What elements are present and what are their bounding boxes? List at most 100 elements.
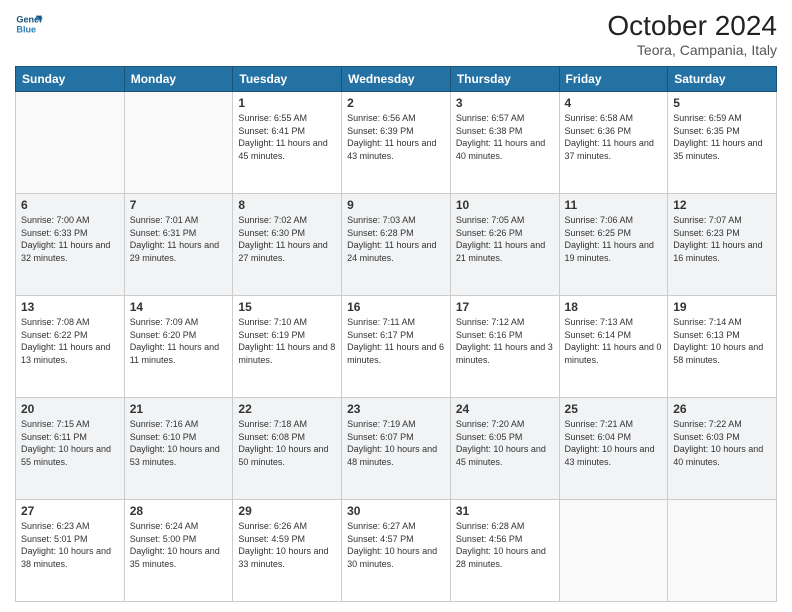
- calendar-week-row: 13 Sunrise: 7:08 AM Sunset: 6:22 PM Dayli…: [16, 296, 777, 398]
- table-row: 15Sunrise: 7:10 AM Sunset: 6:19 PM Dayli…: [233, 296, 342, 398]
- table-row: 29Sunrise: 6:26 AM Sunset: 4:59 PM Dayli…: [233, 500, 342, 602]
- day-number: 4: [565, 96, 663, 110]
- day-number: 2: [347, 96, 445, 110]
- table-row: [559, 500, 668, 602]
- header-saturday: Saturday: [668, 67, 777, 92]
- header-monday: Monday: [124, 67, 233, 92]
- table-row: 11 Sunrise: 7:06 AM Sunset: 6:25 PM Dayli…: [559, 194, 668, 296]
- day-number: 10: [456, 198, 554, 212]
- day-number: 25: [565, 402, 663, 416]
- table-row: 27Sunrise: 6:23 AM Sunset: 5:01 PM Dayli…: [16, 500, 125, 602]
- svg-text:Blue: Blue: [16, 24, 36, 34]
- day-number: 22: [238, 402, 336, 416]
- table-row: 25 Sunrise: 7:21 AM Sunset: 6:04 PM Dayli…: [559, 398, 668, 500]
- day-number: 26: [673, 402, 771, 416]
- day-number: 5: [673, 96, 771, 110]
- table-row: 14 Sunrise: 7:09 AM Sunset: 6:20 PM Dayli…: [124, 296, 233, 398]
- table-row: 3Sunrise: 6:57 AM Sunset: 6:38 PM Daylig…: [450, 92, 559, 194]
- header-sunday: Sunday: [16, 67, 125, 92]
- day-info: Sunrise: 7:16 AM Sunset: 6:10 PM Dayligh…: [130, 418, 228, 468]
- day-number: 1: [238, 96, 336, 110]
- day-number: 12: [673, 198, 771, 212]
- day-number: 13: [21, 300, 119, 314]
- table-row: 21 Sunrise: 7:16 AM Sunset: 6:10 PM Dayli…: [124, 398, 233, 500]
- day-info: Sunrise: 7:15 AM Sunset: 6:11 PM Dayligh…: [21, 418, 119, 468]
- header: General Blue October 2024 Teora, Campani…: [15, 10, 777, 58]
- page: General Blue October 2024 Teora, Campani…: [0, 0, 792, 612]
- table-row: 1 Sunrise: 6:55 AM Sunset: 6:41 PM Daylig…: [233, 92, 342, 194]
- day-number: 8: [238, 198, 336, 212]
- header-friday: Friday: [559, 67, 668, 92]
- table-row: 10 Sunrise: 7:05 AM Sunset: 6:26 PM Dayli…: [450, 194, 559, 296]
- day-number: 30: [347, 504, 445, 518]
- day-number: 11: [565, 198, 663, 212]
- calendar-week-row: 20 Sunrise: 7:15 AM Sunset: 6:11 PM Dayli…: [16, 398, 777, 500]
- day-number: 16: [347, 300, 445, 314]
- table-row: 16 Sunrise: 7:11 AM Sunset: 6:17 PM Dayli…: [342, 296, 451, 398]
- table-row: 18 Sunrise: 7:13 AM Sunset: 6:14 PM Dayli…: [559, 296, 668, 398]
- day-number: 20: [21, 402, 119, 416]
- day-number: 3: [456, 96, 554, 110]
- table-row: 7 Sunrise: 7:01 AM Sunset: 6:31 PM Daylig…: [124, 194, 233, 296]
- table-row: 19Sunrise: 7:14 AM Sunset: 6:13 PM Dayli…: [668, 296, 777, 398]
- header-tuesday: Tuesday: [233, 67, 342, 92]
- table-row: 12Sunrise: 7:07 AM Sunset: 6:23 PM Dayli…: [668, 194, 777, 296]
- day-number: 17: [456, 300, 554, 314]
- day-number: 18: [565, 300, 663, 314]
- day-info: Sunrise: 7:03 AM Sunset: 6:28 PM Dayligh…: [347, 214, 445, 264]
- day-info: Sunrise: 7:18 AM Sunset: 6:08 PM Dayligh…: [238, 418, 336, 468]
- table-row: 23 Sunrise: 7:19 AM Sunset: 6:07 PM Dayli…: [342, 398, 451, 500]
- calendar-week-row: 27Sunrise: 6:23 AM Sunset: 5:01 PM Dayli…: [16, 500, 777, 602]
- day-info: Sunrise: 7:05 AM Sunset: 6:26 PM Dayligh…: [456, 214, 554, 264]
- day-info: Sunrise: 6:28 AM Sunset: 4:56 PM Dayligh…: [456, 520, 554, 570]
- day-info: Sunrise: 7:01 AM Sunset: 6:31 PM Dayligh…: [130, 214, 228, 264]
- day-number: 23: [347, 402, 445, 416]
- day-info: Sunrise: 7:00 AM Sunset: 6:33 PM Dayligh…: [21, 214, 119, 264]
- table-row: 4 Sunrise: 6:58 AM Sunset: 6:36 PM Daylig…: [559, 92, 668, 194]
- calendar-week-row: 1 Sunrise: 6:55 AM Sunset: 6:41 PM Daylig…: [16, 92, 777, 194]
- table-row: 5 Sunrise: 6:59 AM Sunset: 6:35 PM Daylig…: [668, 92, 777, 194]
- day-info: Sunrise: 7:21 AM Sunset: 6:04 PM Dayligh…: [565, 418, 663, 468]
- day-info: Sunrise: 6:24 AM Sunset: 5:00 PM Dayligh…: [130, 520, 228, 570]
- table-row: [668, 500, 777, 602]
- table-row: [16, 92, 125, 194]
- day-info: Sunrise: 7:20 AM Sunset: 6:05 PM Dayligh…: [456, 418, 554, 468]
- month-title: October 2024: [607, 10, 777, 42]
- calendar-table: Sunday Monday Tuesday Wednesday Thursday…: [15, 66, 777, 602]
- calendar-week-row: 6Sunrise: 7:00 AM Sunset: 6:33 PM Daylig…: [16, 194, 777, 296]
- table-row: 20 Sunrise: 7:15 AM Sunset: 6:11 PM Dayli…: [16, 398, 125, 500]
- day-info: Sunrise: 7:13 AM Sunset: 6:14 PM Dayligh…: [565, 316, 663, 366]
- day-info: Sunrise: 6:27 AM Sunset: 4:57 PM Dayligh…: [347, 520, 445, 570]
- generalblue-logo-icon: General Blue: [15, 10, 43, 38]
- day-info: Sunrise: 7:11 AM Sunset: 6:17 PM Dayligh…: [347, 316, 445, 366]
- table-row: 24Sunrise: 7:20 AM Sunset: 6:05 PM Dayli…: [450, 398, 559, 500]
- day-info: Sunrise: 7:22 AM Sunset: 6:03 PM Dayligh…: [673, 418, 771, 468]
- table-row: 26 Sunrise: 7:22 AM Sunset: 6:03 PM Dayli…: [668, 398, 777, 500]
- day-info: Sunrise: 7:09 AM Sunset: 6:20 PM Dayligh…: [130, 316, 228, 366]
- table-row: 2 Sunrise: 6:56 AM Sunset: 6:39 PM Daylig…: [342, 92, 451, 194]
- table-row: 31 Sunrise: 6:28 AM Sunset: 4:56 PM Dayli…: [450, 500, 559, 602]
- day-number: 7: [130, 198, 228, 212]
- day-info: Sunrise: 7:19 AM Sunset: 6:07 PM Dayligh…: [347, 418, 445, 468]
- day-info: Sunrise: 6:56 AM Sunset: 6:39 PM Dayligh…: [347, 112, 445, 162]
- table-row: 6Sunrise: 7:00 AM Sunset: 6:33 PM Daylig…: [16, 194, 125, 296]
- day-info: Sunrise: 7:12 AM Sunset: 6:16 PM Dayligh…: [456, 316, 554, 366]
- day-number: 14: [130, 300, 228, 314]
- day-number: 31: [456, 504, 554, 518]
- day-info: Sunrise: 7:06 AM Sunset: 6:25 PM Dayligh…: [565, 214, 663, 264]
- day-number: 28: [130, 504, 228, 518]
- table-row: 22 Sunrise: 7:18 AM Sunset: 6:08 PM Dayli…: [233, 398, 342, 500]
- day-info: Sunrise: 7:14 AM Sunset: 6:13 PM Dayligh…: [673, 316, 771, 366]
- table-row: 8Sunrise: 7:02 AM Sunset: 6:30 PM Daylig…: [233, 194, 342, 296]
- header-thursday: Thursday: [450, 67, 559, 92]
- day-number: 15: [238, 300, 336, 314]
- day-info: Sunrise: 6:58 AM Sunset: 6:36 PM Dayligh…: [565, 112, 663, 162]
- day-info: Sunrise: 6:55 AM Sunset: 6:41 PM Dayligh…: [238, 112, 336, 162]
- day-info: Sunrise: 6:59 AM Sunset: 6:35 PM Dayligh…: [673, 112, 771, 162]
- table-row: 30 Sunrise: 6:27 AM Sunset: 4:57 PM Dayli…: [342, 500, 451, 602]
- day-info: Sunrise: 6:26 AM Sunset: 4:59 PM Dayligh…: [238, 520, 336, 570]
- table-row: [124, 92, 233, 194]
- day-info: Sunrise: 7:08 AM Sunset: 6:22 PM Dayligh…: [21, 316, 119, 366]
- table-row: 13 Sunrise: 7:08 AM Sunset: 6:22 PM Dayli…: [16, 296, 125, 398]
- day-number: 21: [130, 402, 228, 416]
